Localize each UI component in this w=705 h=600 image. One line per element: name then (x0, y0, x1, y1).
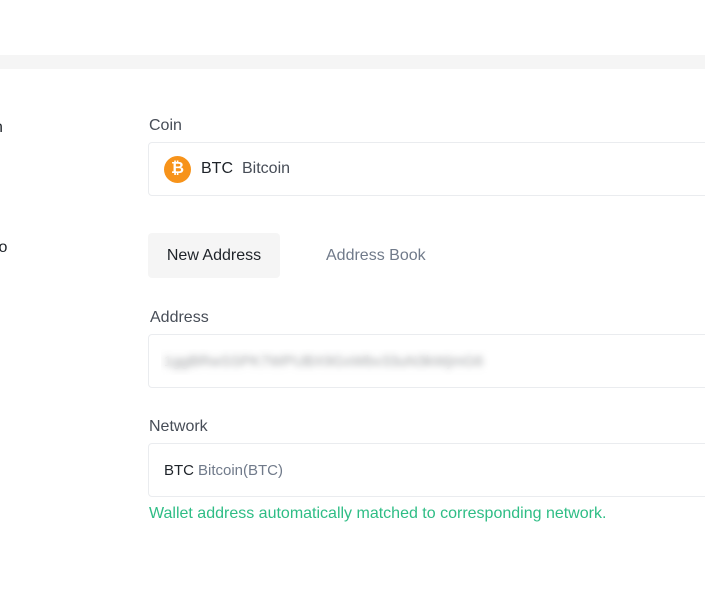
tab-address-book[interactable]: Address Book (326, 233, 426, 278)
step-label-send-to: to (0, 239, 8, 256)
coin-symbol: BTC (201, 160, 233, 177)
network-select[interactable]: BTC Bitcoin(BTC) (148, 443, 705, 497)
address-field-container (148, 334, 705, 388)
network-match-hint: Wallet address automatically matched to … (149, 505, 607, 522)
coin-select[interactable]: ₿ BTC Bitcoin (148, 142, 705, 196)
bitcoin-icon: ₿ (164, 155, 191, 183)
network-label: Network (149, 418, 208, 435)
coin-name: Bitcoin (242, 160, 291, 177)
network-name: Bitcoin(BTC) (198, 461, 284, 479)
header-area (0, 0, 705, 55)
coin-label: Coin (149, 117, 182, 134)
address-label: Address (150, 309, 209, 326)
address-input[interactable] (149, 335, 705, 387)
step-label-select-coin: n (0, 119, 3, 137)
withdraw-page: n to Coin ₿ BTC Bitcoin New Address Addr… (0, 0, 705, 600)
tab-new-address[interactable]: New Address (148, 233, 280, 278)
network-symbol: BTC (164, 461, 194, 479)
header-divider (0, 55, 705, 69)
